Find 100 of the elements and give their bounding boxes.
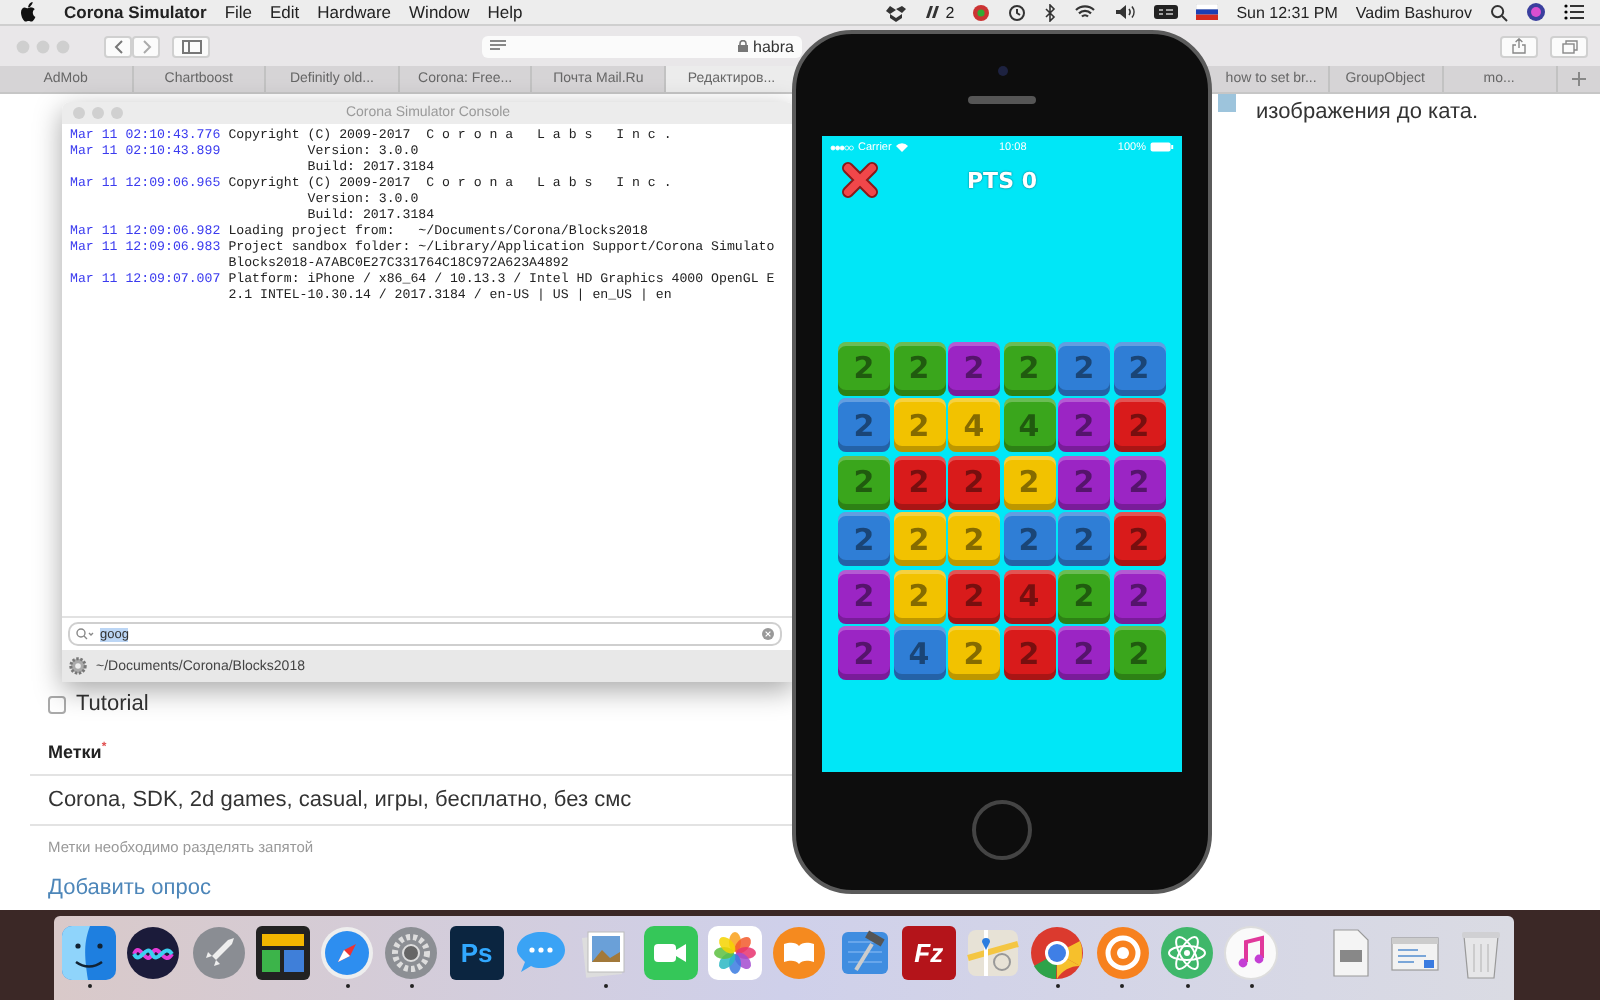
bars-icon [923, 4, 942, 20]
number-tile[interactable]: 2 [1058, 398, 1110, 452]
lock-icon [737, 40, 748, 52]
ring-icon [1030, 926, 1085, 980]
field-label: Метки$^{*}$ [48, 742, 109, 762]
battery-icon [1150, 142, 1174, 152]
app-tile[interactable]: Fz [901, 926, 956, 980]
flower-icon [707, 926, 762, 980]
add-poll-link[interactable]: Добавить опрос [48, 876, 792, 900]
number-tile[interactable]: 2 [838, 398, 890, 452]
orb-icon [126, 926, 181, 980]
number-tile[interactable]: 2 [893, 455, 945, 509]
search-icon [76, 628, 94, 640]
address-text: habra [753, 37, 794, 55]
window-buttons-icon [16, 39, 72, 53]
gear-icon [384, 926, 439, 980]
tabs-icon [1561, 39, 1577, 53]
menu-item[interactable]: Window [409, 2, 470, 22]
compass-icon [320, 926, 375, 980]
home-button[interactable] [972, 800, 1032, 860]
number-tile[interactable]: 2 [838, 569, 890, 623]
wifi-icon [895, 142, 908, 152]
search-icon [1490, 3, 1508, 21]
number-tile[interactable]: 2 [948, 455, 1000, 509]
chevron-left-icon [113, 39, 123, 53]
window-buttons-icon [72, 106, 124, 120]
number-tile[interactable]: 2 [948, 512, 1000, 566]
number-tile[interactable]: 2 [1003, 512, 1055, 566]
box-icon [885, 3, 906, 21]
forward-button[interactable] [132, 35, 160, 57]
atom-icon [1160, 926, 1215, 980]
list-icon [1564, 4, 1584, 20]
number-tile[interactable]: 2 [1058, 569, 1110, 623]
number-tile[interactable]: 4 [1003, 398, 1055, 452]
disc-icon [972, 3, 991, 21]
tabs-button[interactable] [1550, 35, 1588, 57]
sidebar-button[interactable] [172, 35, 210, 57]
number-tile[interactable]: 2 [948, 569, 1000, 623]
number-tile[interactable]: 2 [838, 341, 890, 395]
sidebar-icon [181, 39, 201, 53]
user-name[interactable]: Vadim Bashurov [1355, 3, 1472, 21]
image-placeholder [1218, 94, 1236, 112]
menu-item[interactable]: File [224, 2, 253, 22]
number-tile[interactable]: 2 [1113, 398, 1165, 452]
number-tile[interactable]: 2 [1113, 626, 1165, 680]
orb-icon [1526, 2, 1546, 22]
number-tile[interactable]: 2 [1113, 455, 1165, 509]
number-tile[interactable]: 2 [1003, 455, 1055, 509]
number-tile[interactable]: 2 [1113, 569, 1165, 623]
clock-text[interactable]: Sun 12:31 PM [1236, 3, 1338, 21]
number-tile[interactable]: 2 [838, 626, 890, 680]
number-tile[interactable]: 2 [893, 341, 945, 395]
number-tile[interactable]: 2 [1113, 512, 1165, 566]
number-tile[interactable]: 2 [1003, 626, 1055, 680]
bluetooth-icon [1044, 3, 1057, 21]
number-tile[interactable]: 2 [893, 512, 945, 566]
map-icon [966, 926, 1021, 980]
hammer-icon [837, 926, 892, 980]
back-button[interactable] [104, 35, 132, 57]
number-tile[interactable]: 4 [948, 398, 1000, 452]
article-text: изображения до ката. [1256, 100, 1479, 124]
signal-icon [830, 143, 854, 151]
plus-icon [1571, 72, 1586, 86]
number-tile[interactable]: 2 [1058, 512, 1110, 566]
close-icon [842, 162, 878, 198]
share-button[interactable] [1500, 35, 1538, 57]
number-tile[interactable]: 2 [893, 569, 945, 623]
number-tile[interactable]: 2 [948, 626, 1000, 680]
ring-icon [1095, 926, 1150, 980]
number-tile[interactable]: 2 [838, 512, 890, 566]
number-tile[interactable]: 2 [1113, 341, 1165, 395]
clock-icon [1008, 3, 1027, 21]
tags-field[interactable]: Corona, SDK, 2d games, casual, игры, бесплатно, без смс [30, 774, 792, 826]
reader-icon [490, 40, 506, 52]
chart-icon [255, 926, 310, 980]
address-field[interactable]: habra [482, 35, 802, 57]
music-note-icon [1224, 926, 1279, 980]
number-tile[interactable]: 2 [1058, 341, 1110, 395]
menu-item[interactable]: Hardware [317, 2, 392, 22]
menu-item[interactable]: Help [487, 2, 523, 22]
number-tile[interactable]: 4 [1003, 569, 1055, 623]
share-icon [1512, 38, 1526, 54]
gear-icon [68, 656, 88, 676]
app-tile[interactable]: Ps [449, 926, 504, 980]
score-text: PTS 0 [965, 167, 1039, 193]
number-tile[interactable]: 4 [893, 626, 945, 680]
menu-item[interactable]: Edit [270, 2, 300, 22]
wifi-icon [1074, 4, 1097, 20]
number-tile[interactable]: 2 [838, 455, 890, 509]
number-tile[interactable]: 2 [948, 341, 1000, 395]
number-tile[interactable]: 2 [1058, 626, 1110, 680]
checkbox[interactable] [48, 695, 66, 713]
number-tile[interactable]: 2 [1058, 455, 1110, 509]
number-tile[interactable]: 2 [893, 398, 945, 452]
apple-logo-icon [20, 2, 36, 22]
clear-icon [762, 628, 774, 640]
app-menu[interactable]: Corona Simulator [64, 2, 207, 22]
checkbox-label: Tutorial [76, 692, 149, 716]
face-icon [62, 926, 116, 980]
number-tile[interactable]: 2 [1003, 341, 1055, 395]
